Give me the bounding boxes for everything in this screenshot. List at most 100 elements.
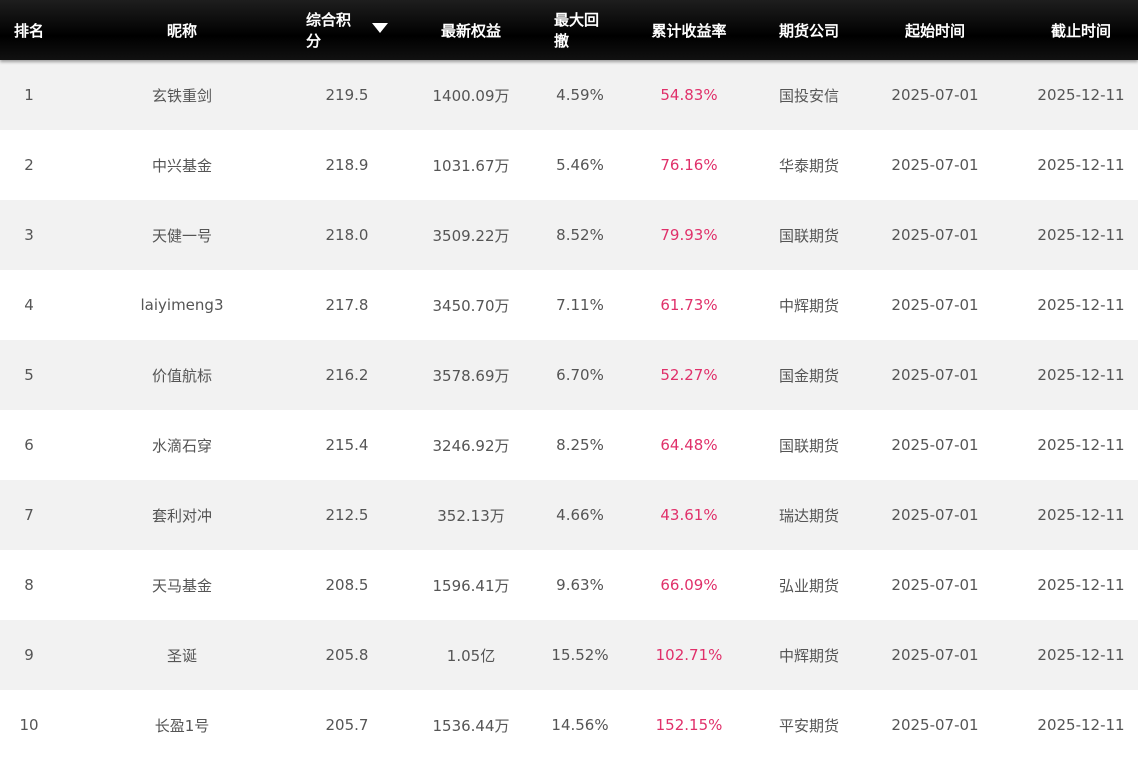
rank-cell: 5 xyxy=(24,366,34,384)
table-row[interactable]: 10 长盈1号 205.7 1536.44万 14.56% 152.15% 平安… xyxy=(0,690,1138,758)
drawdown-cell: 8.52% xyxy=(556,226,604,244)
company-cell: 国联期货 xyxy=(778,436,839,455)
return-cell: 64.48% xyxy=(660,436,718,454)
drawdown-cell: 5.46% xyxy=(556,156,604,174)
equity-cell: 352.13万 xyxy=(437,506,505,525)
return-cell: 152.15% xyxy=(655,716,723,734)
end-date-cell: 2025-12-11 xyxy=(1037,646,1125,664)
drawdown-cell: 7.11% xyxy=(556,296,604,314)
score-cell: 215.4 xyxy=(325,436,369,454)
drawdown-cell: 6.70% xyxy=(556,366,604,384)
rank-cell: 3 xyxy=(24,226,34,244)
nickname-cell[interactable]: 长盈1号 xyxy=(58,690,306,758)
header-end[interactable]: 截止时间 xyxy=(1024,0,1138,60)
end-date-cell: 2025-12-11 xyxy=(1037,576,1125,594)
score-cell: 219.5 xyxy=(325,86,369,104)
return-cell: 79.93% xyxy=(660,226,718,244)
end-date-cell: 2025-12-11 xyxy=(1037,506,1125,524)
rank-cell: 7 xyxy=(24,506,34,524)
equity-cell: 1031.67万 xyxy=(432,156,510,175)
return-cell: 61.73% xyxy=(660,296,718,314)
rank-cell: 9 xyxy=(24,646,34,664)
end-date-cell: 2025-12-11 xyxy=(1037,366,1125,384)
header-nickname[interactable]: 昵称 xyxy=(58,0,306,60)
end-date-cell: 2025-12-11 xyxy=(1037,226,1125,244)
end-date-cell: 2025-12-11 xyxy=(1037,156,1125,174)
start-date-cell: 2025-07-01 xyxy=(891,226,979,244)
table-header: 排名 昵称 综合积分 最新权益 最大回撤 累计收益率 期货公司 起始时间 截止时… xyxy=(0,0,1138,60)
company-cell: 国金期货 xyxy=(778,366,839,385)
score-cell: 216.2 xyxy=(325,366,369,384)
drawdown-cell: 8.25% xyxy=(556,436,604,454)
header-rank[interactable]: 排名 xyxy=(0,0,58,60)
equity-cell: 3450.70万 xyxy=(432,296,510,315)
company-cell: 华泰期货 xyxy=(778,156,839,175)
equity-cell: 3509.22万 xyxy=(432,226,510,245)
table-row[interactable]: 1 玄铁重剑 219.5 1400.09万 4.59% 54.83% 国投安信 … xyxy=(0,60,1138,130)
company-cell: 弘业期货 xyxy=(778,576,839,595)
company-cell: 平安期货 xyxy=(778,716,839,735)
score-cell: 218.9 xyxy=(325,156,369,174)
table-row[interactable]: 9 圣诞 205.8 1.05亿 15.52% 102.71% 中辉期货 202… xyxy=(0,620,1138,690)
equity-cell: 1536.44万 xyxy=(432,716,510,735)
nickname-cell[interactable]: laiyimeng3 xyxy=(58,270,306,340)
rank-cell: 1 xyxy=(24,86,34,104)
nickname-cell[interactable]: 天马基金 xyxy=(58,550,306,620)
equity-cell: 1596.41万 xyxy=(432,576,510,595)
rank-cell: 4 xyxy=(24,296,34,314)
start-date-cell: 2025-07-01 xyxy=(891,576,979,594)
start-date-cell: 2025-07-01 xyxy=(891,86,979,104)
table-row[interactable]: 4 laiyimeng3 217.8 3450.70万 7.11% 61.73%… xyxy=(0,270,1138,340)
table-body: 1 玄铁重剑 219.5 1400.09万 4.59% 54.83% 国投安信 … xyxy=(0,60,1138,758)
nickname-cell[interactable]: 水滴石穿 xyxy=(58,410,306,480)
company-cell: 中辉期货 xyxy=(778,296,839,315)
return-cell: 76.16% xyxy=(660,156,718,174)
nickname-cell[interactable]: 套利对冲 xyxy=(58,480,306,550)
header-start[interactable]: 起始时间 xyxy=(846,0,1024,60)
table-row[interactable]: 5 价值航标 216.2 3578.69万 6.70% 52.27% 国金期货 … xyxy=(0,340,1138,410)
company-cell: 国投安信 xyxy=(778,86,839,105)
table-row[interactable]: 3 天健一号 218.0 3509.22万 8.52% 79.93% 国联期货 … xyxy=(0,200,1138,270)
end-date-cell: 2025-12-11 xyxy=(1037,716,1125,734)
header-score: 综合积分 xyxy=(306,11,352,50)
table-row[interactable]: 8 天马基金 208.5 1596.41万 9.63% 66.09% 弘业期货 … xyxy=(0,550,1138,620)
header-drawdown[interactable]: 最大回撤 xyxy=(554,0,606,60)
start-date-cell: 2025-07-01 xyxy=(891,646,979,664)
score-cell: 212.5 xyxy=(325,506,369,524)
start-date-cell: 2025-07-01 xyxy=(891,296,979,314)
sort-desc-icon xyxy=(372,23,388,33)
header-company[interactable]: 期货公司 xyxy=(772,0,846,60)
table-row[interactable]: 6 水滴石穿 215.4 3246.92万 8.25% 64.48% 国联期货 … xyxy=(0,410,1138,480)
start-date-cell: 2025-07-01 xyxy=(891,716,979,734)
score-cell: 205.8 xyxy=(325,646,369,664)
start-date-cell: 2025-07-01 xyxy=(891,436,979,454)
table-row[interactable]: 2 中兴基金 218.9 1031.67万 5.46% 76.16% 华泰期货 … xyxy=(0,130,1138,200)
header-return[interactable]: 累计收益率 xyxy=(606,0,772,60)
nickname-cell[interactable]: 价值航标 xyxy=(58,340,306,410)
return-cell: 102.71% xyxy=(655,646,723,664)
return-cell: 66.09% xyxy=(660,576,718,594)
nickname-cell[interactable]: 中兴基金 xyxy=(58,130,306,200)
header-equity[interactable]: 最新权益 xyxy=(388,0,554,60)
rank-cell: 6 xyxy=(24,436,34,454)
score-cell: 217.8 xyxy=(325,296,369,314)
return-cell: 43.61% xyxy=(660,506,718,524)
header-score-sort[interactable]: 综合积分 xyxy=(306,0,388,60)
rank-cell: 2 xyxy=(24,156,34,174)
nickname-cell[interactable]: 玄铁重剑 xyxy=(58,60,306,130)
ranking-table: 排名 昵称 综合积分 最新权益 最大回撤 累计收益率 期货公司 起始时间 截止时… xyxy=(0,0,1138,758)
start-date-cell: 2025-07-01 xyxy=(891,156,979,174)
rank-cell: 8 xyxy=(24,576,34,594)
company-cell: 国联期货 xyxy=(778,226,839,245)
drawdown-cell: 9.63% xyxy=(556,576,604,594)
nickname-cell[interactable]: 圣诞 xyxy=(58,620,306,690)
table-row[interactable]: 7 套利对冲 212.5 352.13万 4.66% 43.61% 瑞达期货 2… xyxy=(0,480,1138,550)
rank-cell: 10 xyxy=(19,716,39,734)
return-cell: 54.83% xyxy=(660,86,718,104)
drawdown-cell: 15.52% xyxy=(551,646,609,664)
start-date-cell: 2025-07-01 xyxy=(891,366,979,384)
company-cell: 瑞达期货 xyxy=(778,506,839,525)
equity-cell: 1400.09万 xyxy=(432,86,510,105)
end-date-cell: 2025-12-11 xyxy=(1037,86,1125,104)
nickname-cell[interactable]: 天健一号 xyxy=(58,200,306,270)
